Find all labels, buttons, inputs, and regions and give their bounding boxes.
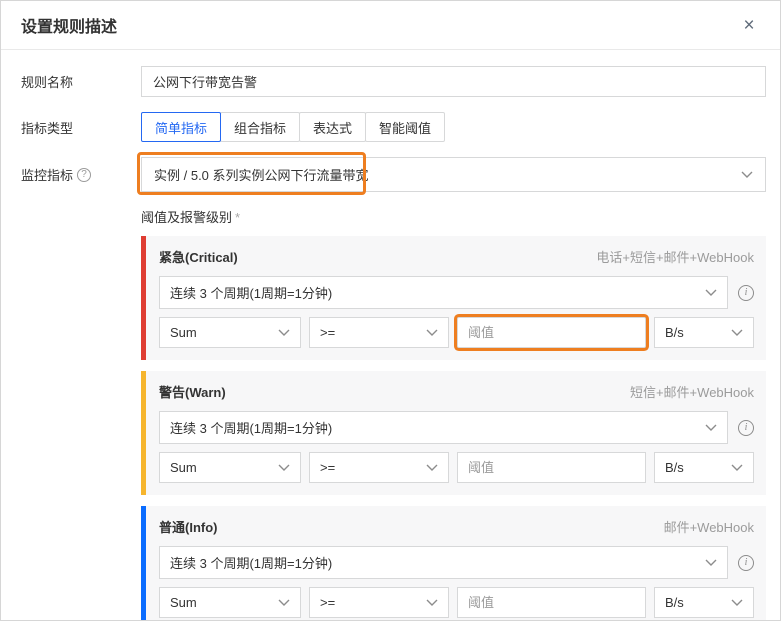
info-icon[interactable]: i [738,554,754,571]
comparator-value: >= [320,595,336,610]
tab-combined-metric[interactable]: 组合指标 [220,112,301,142]
severity-block-critical: 紧急(Critical) 电话+短信+邮件+WebHook 连续 3 个周期(1… [141,236,766,360]
aggregate-select[interactable]: Sum [159,452,301,483]
comparator-value: >= [320,460,336,475]
threshold-section-label: 阈值及报警级别 * [141,207,766,226]
dialog-body: 规则名称 指标类型 简单指标 组合指标 表达式 智能阈值 监控指标 ? 实例 /… [1,50,780,620]
period-select[interactable]: 连续 3 个周期(1周期=1分钟) [159,546,728,579]
threshold-section-label-text: 阈值及报警级别 [141,210,233,225]
metric-type-tabs: 简单指标 组合指标 表达式 智能阈值 [141,112,446,142]
rule-name-label: 规则名称 [21,75,74,90]
chevron-down-icon [741,171,753,178]
monitor-metric-label: 监控指标 ? [21,165,141,184]
comparator-value: >= [320,325,336,340]
controls-row: Sum >= B/s [159,317,754,348]
severity-block-warn: 警告(Warn) 短信+邮件+WebHook 连续 3 个周期(1周期=1分钟)… [141,371,766,495]
block-head: 普通(Info) 邮件+WebHook [159,517,754,536]
severity-block-info: 普通(Info) 邮件+WebHook 连续 3 个周期(1周期=1分钟) i … [141,506,766,620]
info-icon[interactable]: i [738,419,754,436]
chevron-down-icon [278,599,290,606]
severity-title: 警告(Warn) [159,385,226,400]
monitor-metric-row: 监控指标 ? 实例 / 5.0 系列实例公网下行流量带宽 [21,152,766,195]
notification-channels: 邮件+WebHook [663,520,754,535]
dialog-header: 设置规则描述 × [1,1,780,50]
chevron-down-icon [278,464,290,471]
period-value: 连续 3 个周期(1周期=1分钟) [170,286,333,301]
unit-value: B/s [665,325,684,340]
aggregate-value: Sum [170,595,197,610]
period-row: 连续 3 个周期(1周期=1分钟) i [159,546,754,579]
block-head: 警告(Warn) 短信+邮件+WebHook [159,382,754,401]
aggregate-select[interactable]: Sum [159,317,301,348]
chevron-down-icon [426,329,438,336]
comparator-select[interactable]: >= [309,452,449,483]
chevron-down-icon [705,289,717,296]
unit-select[interactable]: B/s [654,587,754,618]
alarm-rule-dialog: 设置规则描述 × 规则名称 指标类型 简单指标 组合指标 表达式 智能阈值 监控… [0,0,781,621]
threshold-input[interactable] [457,452,646,483]
monitor-metric-label-text: 监控指标 [21,168,74,183]
monitor-metric-value: 实例 / 5.0 系列实例公网下行流量带宽 [154,168,369,183]
controls-row: Sum >= B/s [159,452,754,483]
block-head: 紧急(Critical) 电话+短信+邮件+WebHook [159,247,754,266]
aggregate-select[interactable]: Sum [159,587,301,618]
controls-row: Sum >= B/s [159,587,754,618]
tab-expression[interactable]: 表达式 [299,112,367,142]
unit-value: B/s [665,460,684,475]
threshold-input[interactable] [457,317,646,348]
threshold-input[interactable] [457,587,646,618]
severity-title: 普通(Info) [159,520,218,535]
period-value: 连续 3 个周期(1周期=1分钟) [170,556,333,571]
comparator-select[interactable]: >= [309,587,449,618]
period-select[interactable]: 连续 3 个周期(1周期=1分钟) [159,276,728,309]
rule-name-row: 规则名称 [21,66,766,97]
period-value: 连续 3 个周期(1周期=1分钟) [170,421,333,436]
chevron-down-icon [278,329,290,336]
period-row: 连续 3 个周期(1周期=1分钟) i [159,411,754,444]
chevron-down-icon [705,424,717,431]
info-icon[interactable]: i [738,284,754,301]
chevron-down-icon [731,464,743,471]
rule-name-input[interactable] [141,66,766,97]
chevron-down-icon [731,599,743,606]
monitor-metric-select-wrap: 实例 / 5.0 系列实例公网下行流量带宽 [137,152,766,195]
chevron-down-icon [426,464,438,471]
severity-title: 紧急(Critical) [159,250,238,265]
chevron-down-icon [705,559,717,566]
help-icon[interactable]: ? [77,167,92,182]
chevron-down-icon [731,329,743,336]
tab-smart-threshold[interactable]: 智能阈值 [365,112,446,142]
notification-channels: 短信+邮件+WebHook [629,385,754,400]
monitor-metric-select[interactable]: 实例 / 5.0 系列实例公网下行流量带宽 [141,157,766,192]
comparator-select[interactable]: >= [309,317,449,348]
aggregate-value: Sum [170,325,197,340]
severity-blocks: 紧急(Critical) 电话+短信+邮件+WebHook 连续 3 个周期(1… [141,236,766,620]
dialog-title: 设置规则描述 [21,19,118,36]
unit-select[interactable]: B/s [654,317,754,348]
metric-type-row: 指标类型 简单指标 组合指标 表达式 智能阈值 [21,112,766,142]
required-mark: * [235,210,241,225]
period-select[interactable]: 连续 3 个周期(1周期=1分钟) [159,411,728,444]
close-icon[interactable]: × [738,14,760,36]
notification-channels: 电话+短信+邮件+WebHook [596,250,754,265]
unit-value: B/s [665,595,684,610]
period-row: 连续 3 个周期(1周期=1分钟) i [159,276,754,309]
chevron-down-icon [426,599,438,606]
metric-type-label: 指标类型 [21,120,74,136]
tab-simple-metric[interactable]: 简单指标 [141,112,222,142]
aggregate-value: Sum [170,460,197,475]
unit-select[interactable]: B/s [654,452,754,483]
